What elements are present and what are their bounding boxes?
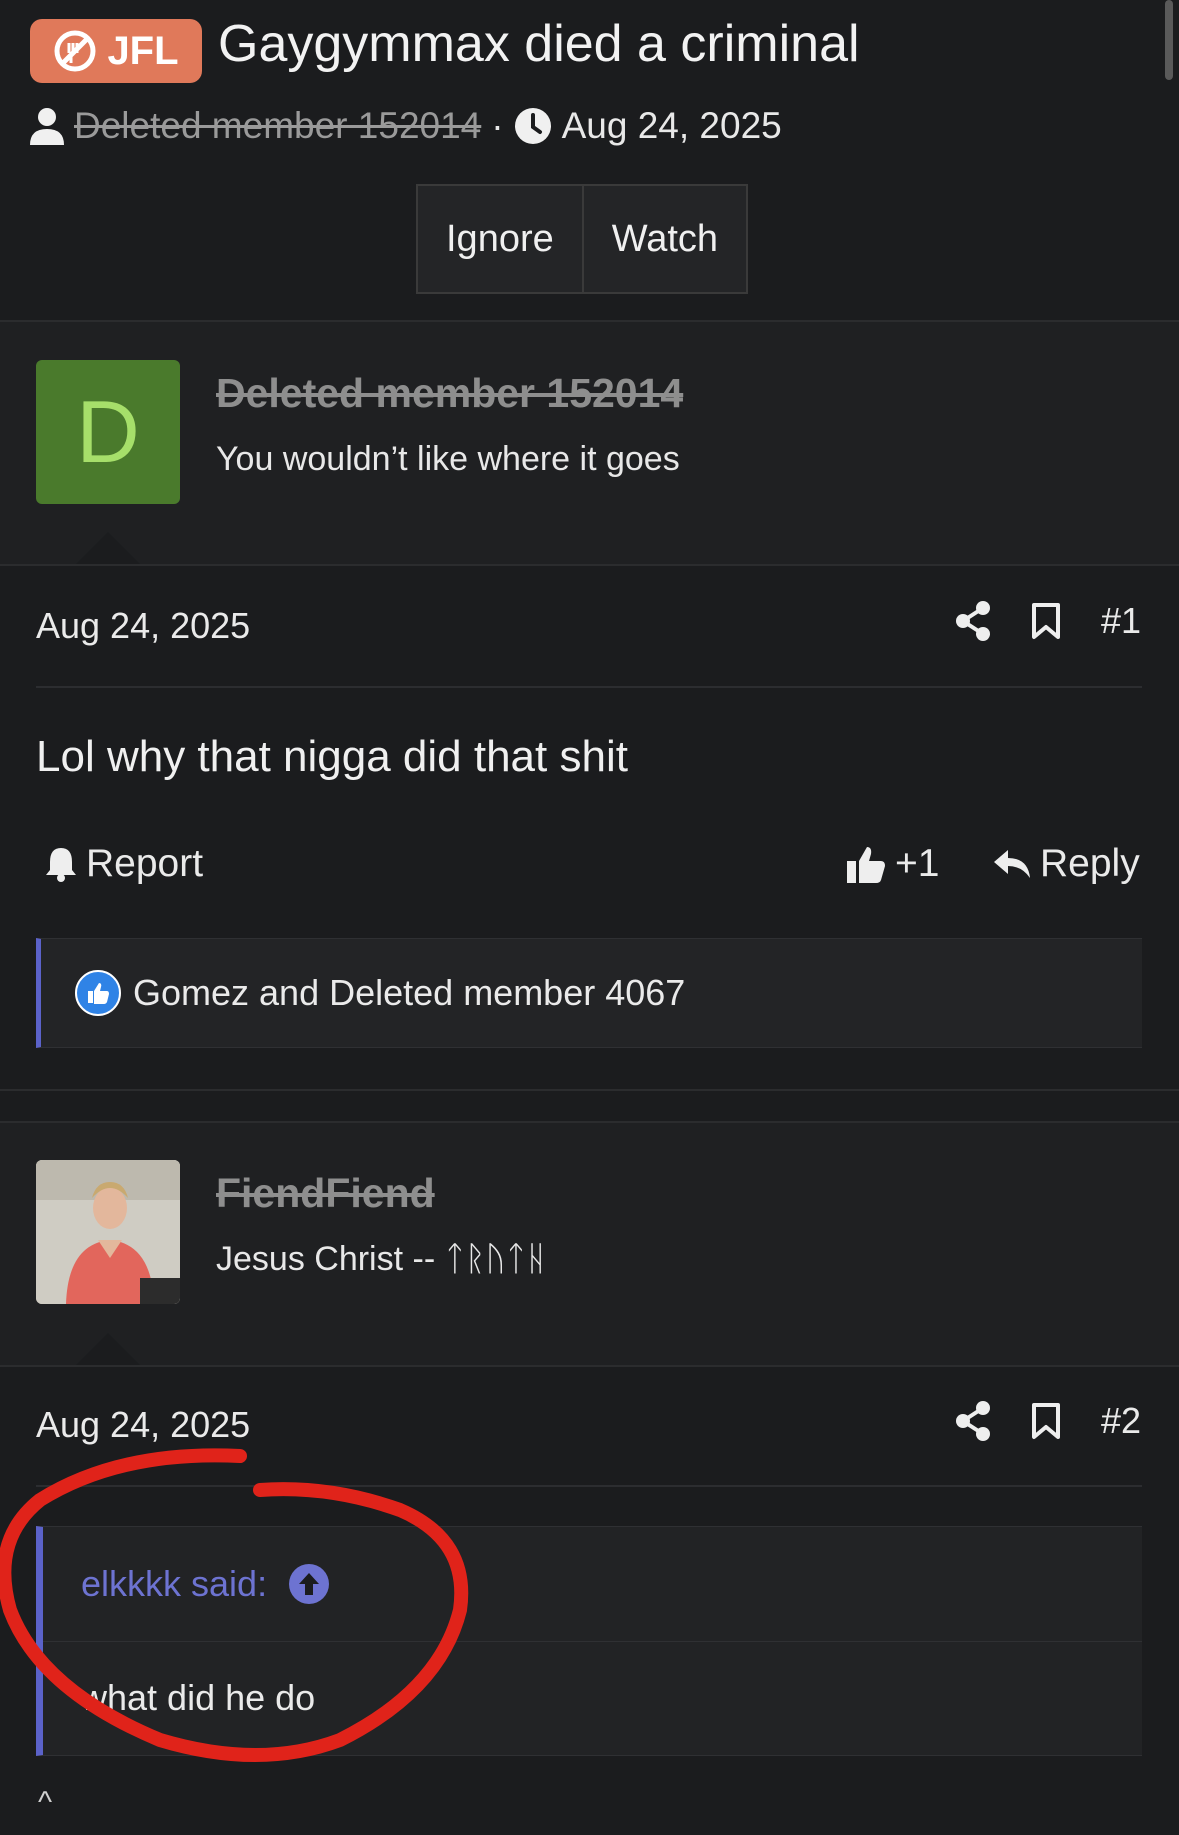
quote-block: elkkkk said: what did he do bbox=[36, 1526, 1142, 1756]
post-2-number[interactable]: #2 bbox=[1101, 1400, 1141, 1442]
watch-button[interactable]: Watch bbox=[581, 186, 746, 292]
thread-meta: Deleted member 152014 · Aug 24, 2025 bbox=[30, 105, 782, 147]
expand-caret[interactable]: ^ bbox=[38, 1786, 52, 1820]
thread-action-buttons: Ignore Watch bbox=[416, 184, 749, 294]
post-1-user-title: You wouldn’t like where it goes bbox=[216, 440, 680, 478]
meta-separator: · bbox=[491, 105, 504, 146]
reactions-users: Gomez and Deleted member 4067 bbox=[133, 972, 686, 1013]
reply-label: Reply bbox=[1040, 842, 1140, 885]
like-reaction-icon bbox=[75, 970, 121, 1016]
bookmark-icon[interactable] bbox=[1031, 1402, 1061, 1440]
post-1-body: Lol why that nigga did that shit bbox=[36, 732, 628, 781]
avatar[interactable]: D bbox=[36, 360, 180, 504]
prefix-label: JFL bbox=[107, 28, 179, 73]
quote-header[interactable]: elkkkk said: bbox=[43, 1527, 1142, 1642]
post-2-user-title: Jesus Christ -- ᛏᚱᚢᛏᚺ bbox=[216, 1240, 547, 1278]
scrollbar[interactable] bbox=[1165, 0, 1173, 80]
clock-icon bbox=[514, 108, 551, 144]
post-2-username[interactable]: FiendFiend bbox=[216, 1170, 435, 1217]
post-1-date[interactable]: Aug 24, 2025 bbox=[36, 605, 250, 647]
reaction-count: +1 bbox=[895, 842, 940, 885]
user-icon bbox=[30, 108, 64, 145]
quote-text: what did he do bbox=[81, 1677, 316, 1718]
reply-icon bbox=[994, 850, 1030, 878]
post-1-username[interactable]: Deleted member 152014 bbox=[216, 370, 683, 417]
avatar-letter: D bbox=[76, 382, 140, 481]
message-arrow bbox=[76, 1333, 140, 1365]
thread-title: Gaygymmax died a criminal bbox=[218, 15, 860, 73]
like-button[interactable]: +1 bbox=[845, 842, 939, 886]
post-2-tools: #2 bbox=[955, 1400, 1141, 1442]
reply-button[interactable]: Reply bbox=[992, 842, 1140, 886]
thread-author[interactable]: Deleted member 152014 bbox=[74, 105, 481, 147]
post-1-tools: #1 bbox=[955, 600, 1141, 642]
avatar[interactable] bbox=[36, 1160, 180, 1304]
arrow-up-icon[interactable] bbox=[289, 1564, 330, 1604]
share-icon[interactable] bbox=[955, 601, 991, 641]
report-button[interactable]: Report bbox=[44, 842, 203, 886]
post-2-date[interactable]: Aug 24, 2025 bbox=[36, 1404, 250, 1446]
thread-date[interactable]: Aug 24, 2025 bbox=[562, 105, 782, 147]
post-1-number[interactable]: #1 bbox=[1101, 600, 1141, 642]
ignore-button[interactable]: Ignore bbox=[418, 186, 582, 292]
report-label: Report bbox=[86, 842, 204, 885]
thread-prefix-badge[interactable]: JFL bbox=[30, 19, 202, 83]
divider bbox=[36, 1485, 1142, 1487]
divider bbox=[0, 1089, 1179, 1091]
reactions-bar[interactable]: Gomez and Deleted member 4067 bbox=[36, 938, 1142, 1048]
bell-icon bbox=[46, 848, 76, 882]
divider bbox=[0, 564, 1179, 566]
divider bbox=[36, 686, 1142, 688]
thumbs-up-icon bbox=[847, 847, 885, 883]
no-food-icon bbox=[54, 30, 96, 72]
share-icon[interactable] bbox=[955, 1401, 991, 1441]
divider bbox=[0, 1365, 1179, 1367]
avatar-photo bbox=[36, 1160, 180, 1304]
message-arrow bbox=[76, 532, 140, 564]
post-1-user-header: D Deleted member 152014 You wouldn’t lik… bbox=[0, 322, 1179, 564]
quote-author[interactable]: elkkkk said: bbox=[81, 1563, 267, 1605]
post-2-user-header: FiendFiend Jesus Christ -- ᛏᚱᚢᛏᚺ bbox=[0, 1123, 1179, 1365]
bookmark-icon[interactable] bbox=[1031, 602, 1061, 640]
